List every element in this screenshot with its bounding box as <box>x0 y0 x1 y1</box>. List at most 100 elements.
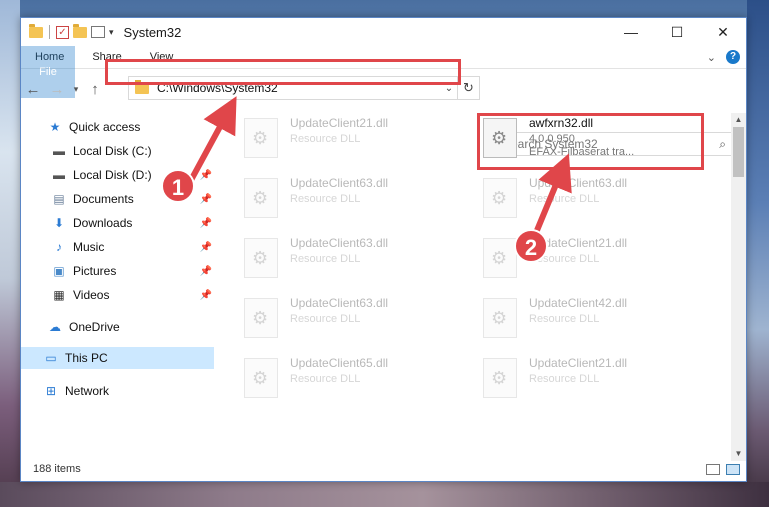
documents-icon: ▤ <box>53 192 65 206</box>
sidebar-item-label: This PC <box>65 351 108 365</box>
sidebar-item-local-disk-c[interactable]: ▬ Local Disk (C:) <box>51 140 214 162</box>
gear-icon: ⚙ <box>491 248 508 268</box>
properties-check-icon[interactable]: ✓ <box>56 25 69 39</box>
file-name: UpdateClient63.dll <box>290 236 389 250</box>
sidebar-item-videos[interactable]: ▦ Videos 📌 <box>51 284 214 306</box>
forward-arrow-icon[interactable]: → <box>45 81 69 98</box>
title-bar: ✓ ▾ System32 — ☐ ✕ <box>21 18 746 46</box>
file-description: Resource DLL <box>290 373 361 385</box>
desktop-wallpaper-bottom <box>0 482 769 507</box>
gear-icon: ⚙ <box>491 368 508 388</box>
sidebar-item-network[interactable]: ⊞ Network <box>43 380 214 402</box>
sidebar-item-label: Music <box>73 240 105 254</box>
gear-icon: ⚙ <box>252 188 269 208</box>
dll-file-icon: ⚙ <box>244 118 278 158</box>
dll-file-icon: ⚙ <box>483 238 517 278</box>
divider <box>49 25 50 39</box>
callout-2: 2 <box>514 229 548 263</box>
dll-file-icon: ⚙ <box>244 238 278 278</box>
maximize-button[interactable]: ☐ <box>654 18 700 46</box>
address-highlight-box <box>105 59 461 85</box>
cloud-icon: ☁ <box>49 320 61 334</box>
sidebar-item-label: Downloads <box>73 216 133 230</box>
gear-icon: ⚙ <box>252 248 269 268</box>
sidebar-item-label: Videos <box>73 288 110 302</box>
list-item[interactable]: ⚙ UpdateClient21.dll Resource DLL <box>244 116 469 168</box>
file-explorer-window: ✓ ▾ System32 — ☐ ✕ File Home Share View … <box>20 17 747 482</box>
customize-toolbar-chevron-icon[interactable]: ▾ <box>109 27 114 38</box>
dll-file-icon: ⚙ <box>483 178 517 218</box>
status-bar: 188 items <box>21 457 746 481</box>
list-item[interactable]: ⚙ UpdateClient63.dll Resource DLL <box>244 176 469 228</box>
pictures-icon: ▣ <box>53 264 65 278</box>
pin-icon: 📌 <box>199 169 212 181</box>
file-name: UpdateClient21.dll <box>290 116 389 130</box>
computer-icon: ▭ <box>45 351 57 365</box>
large-icons-view-icon[interactable] <box>726 463 740 475</box>
sidebar-item-this-pc[interactable]: ▭ This PC <box>21 347 214 369</box>
dll-file-icon: ⚙ <box>244 358 278 398</box>
file-highlight-box <box>477 113 704 170</box>
sidebar-item-label: Documents <box>73 192 134 206</box>
sidebar-item-label: Pictures <box>73 264 117 278</box>
file-name: UpdateClient63.dll <box>290 296 389 310</box>
videos-icon: ▦ <box>53 288 65 302</box>
details-view-icon[interactable] <box>706 463 720 475</box>
scrollbar-thumb[interactable] <box>733 127 744 177</box>
sidebar-item-downloads[interactable]: ⬇ Downloads 📌 <box>51 212 214 234</box>
sidebar-item-label: Local Disk (D:) <box>73 168 152 182</box>
properties-icon[interactable] <box>91 26 105 38</box>
minimize-button[interactable]: — <box>608 18 654 46</box>
network-icon: ⊞ <box>45 384 57 398</box>
sidebar-item-music[interactable]: ♪ Music 📌 <box>51 236 214 258</box>
star-icon: ★ <box>49 120 61 134</box>
file-description: Resource DLL <box>290 133 361 145</box>
dll-file-icon: ⚙ <box>483 358 517 398</box>
file-description: Resource DLL <box>529 193 600 205</box>
back-arrow-icon[interactable]: ← <box>21 81 45 98</box>
help-icon[interactable]: ? <box>726 50 740 64</box>
expand-ribbon-chevron-icon[interactable]: ⌄ <box>707 51 716 64</box>
list-item[interactable]: ⚙ UpdateClient21.dll Resource DLL <box>483 356 708 408</box>
sidebar-item-onedrive[interactable]: ☁ OneDrive <box>47 316 214 338</box>
new-folder-icon[interactable] <box>73 23 87 38</box>
callout-1: 1 <box>161 169 195 203</box>
gear-icon: ⚙ <box>252 368 269 388</box>
gear-icon: ⚙ <box>491 188 508 208</box>
recent-locations-chevron-icon[interactable]: ▾ <box>69 84 83 95</box>
file-name: UpdateClient42.dll <box>529 296 628 310</box>
list-item[interactable]: ⚙ UpdateClient65.dll Resource DLL <box>244 356 469 408</box>
file-description: Resource DLL <box>290 253 361 265</box>
sidebar-item-label: Local Disk (C:) <box>73 144 152 158</box>
gear-icon: ⚙ <box>491 308 508 328</box>
close-button[interactable]: ✕ <box>700 18 746 46</box>
view-toggle <box>706 463 746 475</box>
music-icon: ♪ <box>56 240 62 254</box>
drive-icon: ▬ <box>53 144 65 158</box>
ribbon-right-controls: ⌄ ? <box>707 46 746 68</box>
file-description: Resource DLL <box>529 313 600 325</box>
scroll-up-icon[interactable]: ▲ <box>731 113 746 127</box>
file-description: Resource DLL <box>290 313 361 325</box>
item-count: 188 items <box>33 463 81 475</box>
sidebar-item-label: Quick access <box>69 120 141 134</box>
list-item[interactable]: ⚙ UpdateClient42.dll Resource DLL <box>483 296 708 348</box>
gear-icon: ⚙ <box>252 128 269 148</box>
vertical-scrollbar[interactable]: ▲ ▼ <box>731 113 746 461</box>
list-item[interactable]: ⚙ UpdateClient63.dll Resource DLL <box>244 236 469 288</box>
up-arrow-icon[interactable]: ↑ <box>83 81 107 98</box>
drive-icon: ▬ <box>53 168 65 182</box>
gear-icon: ⚙ <box>252 308 269 328</box>
sidebar-item-pictures[interactable]: ▣ Pictures 📌 <box>51 260 214 282</box>
quick-access-toolbar: ✓ ▾ <box>21 23 114 39</box>
download-icon: ⬇ <box>53 216 65 230</box>
dll-file-icon: ⚙ <box>483 298 517 338</box>
desktop-wallpaper-right <box>747 0 769 507</box>
window-title: System32 <box>123 24 182 40</box>
file-name: UpdateClient63.dll <box>529 176 628 190</box>
sidebar-item-quick-access[interactable]: ★ Quick access <box>47 116 214 138</box>
list-item[interactable]: ⚙ UpdateClient63.dll Resource DLL <box>483 176 708 228</box>
file-description: Resource DLL <box>529 373 600 385</box>
file-description: Resource DLL <box>290 193 361 205</box>
list-item[interactable]: ⚙ UpdateClient63.dll Resource DLL <box>244 296 469 348</box>
